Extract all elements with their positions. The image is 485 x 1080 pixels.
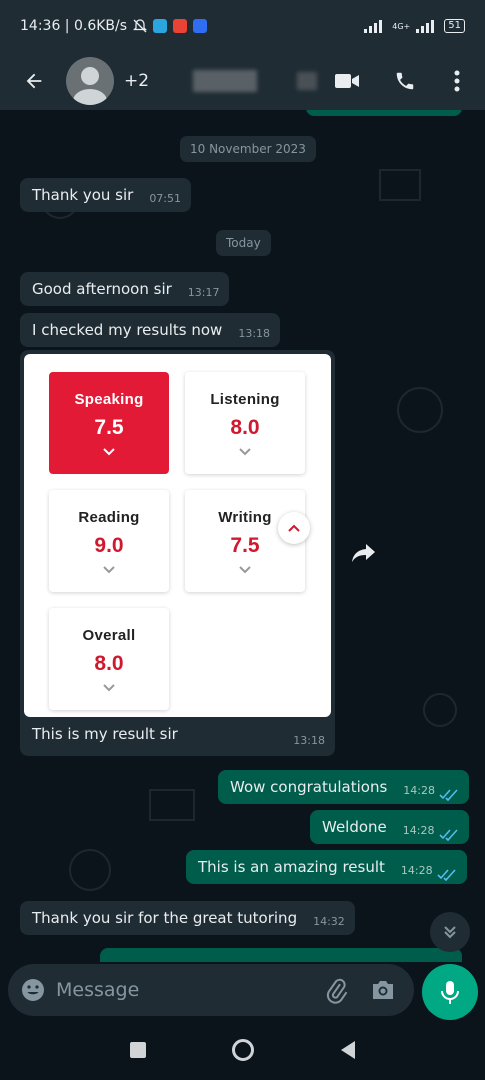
message-incoming[interactable]: Thank you sir 07:51 — [20, 178, 192, 212]
scroll-to-bottom-button[interactable] — [430, 912, 470, 952]
chevron-down-icon — [103, 683, 115, 691]
message-time: 14:28 — [403, 784, 435, 797]
forward-arrow-icon — [352, 544, 375, 562]
message-outgoing[interactable]: Wow congratulations 14:28 — [218, 770, 469, 804]
status-time: 14:36 | 0.6KB/s — [20, 18, 128, 34]
back-nav-icon[interactable] — [339, 1040, 357, 1060]
participants-more-count[interactable]: +2 — [124, 71, 149, 91]
microphone-icon — [441, 981, 459, 1004]
image-message[interactable]: Speaking 7.5 Listening 8.0 Reading 9.0 W… — [20, 350, 335, 756]
score-value: 8.0 — [94, 651, 124, 675]
score-label: Writing — [218, 508, 272, 526]
score-card-reading: Reading 9.0 — [49, 490, 169, 592]
message-input[interactable]: Message — [56, 979, 322, 1001]
date-separator: 10 November 2023 — [180, 136, 316, 162]
chat-header: +2 — [0, 52, 485, 110]
double-chevron-down-icon — [444, 926, 456, 939]
chat-area[interactable]: 10 November 2023 Thank you sir 07:51 Tod… — [0, 110, 485, 962]
image-caption-row: This is my result sir 13:18 — [24, 717, 331, 747]
message-incoming[interactable]: Thank you sir for the great tutoring 14:… — [20, 901, 355, 935]
person-icon — [73, 67, 107, 105]
score-label: Listening — [210, 390, 280, 408]
recent-apps-icon[interactable] — [129, 1041, 147, 1059]
message-time: 14:32 — [313, 915, 345, 928]
message-text: Thank you sir — [32, 186, 134, 204]
message-time: 14:28 — [402, 824, 435, 837]
message-text: Thank you sir for the great tutoring — [32, 909, 298, 927]
message-text: Good afternoon sir — [32, 280, 172, 298]
phone-icon — [396, 72, 414, 90]
kebab-menu-icon — [454, 70, 460, 92]
group-avatar[interactable] — [66, 57, 114, 105]
redacted-name-2 — [297, 72, 318, 90]
camera-icon[interactable] — [370, 978, 396, 1002]
score-card-overall: Overall 8.0 — [49, 608, 169, 710]
result-image[interactable]: Speaking 7.5 Listening 8.0 Reading 9.0 W… — [24, 354, 331, 717]
collapse-button — [278, 512, 310, 544]
message-incoming[interactable]: I checked my results now 13:18 — [20, 313, 281, 347]
message-outgoing[interactable]: This is an amazing result 14:28 — [186, 850, 467, 884]
voice-message-button[interactable] — [422, 964, 478, 1020]
chevron-down-icon — [239, 565, 251, 573]
video-camera-icon — [335, 74, 359, 88]
score-value: 9.0 — [94, 533, 124, 557]
redacted-name — [193, 70, 258, 92]
network-type: 4G+ — [392, 21, 411, 31]
more-options-button[interactable] — [439, 63, 475, 99]
message-time: 13:18 — [293, 734, 325, 747]
score-value: 7.5 — [94, 415, 124, 439]
date-separator: Today — [216, 230, 271, 256]
message-text: Weldone — [322, 818, 387, 836]
score-label: Speaking — [74, 390, 144, 408]
home-icon[interactable] — [231, 1038, 255, 1062]
read-ticks-icon — [438, 829, 458, 841]
previous-outgoing-bubble — [306, 110, 462, 116]
score-label: Reading — [78, 508, 140, 526]
battery-icon: 51 — [444, 19, 465, 33]
score-label: Overall — [82, 626, 136, 644]
gmail-icon — [173, 19, 188, 33]
message-incoming[interactable]: Good afternoon sir 13:17 — [20, 272, 230, 306]
read-ticks-icon — [437, 869, 456, 881]
next-outgoing-bubble — [100, 948, 462, 962]
chevron-up-icon — [288, 524, 300, 532]
score-value: 8.0 — [230, 415, 260, 439]
message-outgoing[interactable]: Weldone 14:28 — [310, 810, 469, 844]
arrow-left-icon — [26, 73, 42, 89]
message-time: 14:28 — [400, 864, 433, 877]
forward-button[interactable] — [348, 536, 380, 568]
message-time: 07:51 — [149, 192, 182, 205]
telegram-icon — [153, 19, 168, 33]
message-time: 13:17 — [187, 286, 220, 299]
signal-icon — [364, 20, 383, 33]
composer-bar: Message — [0, 962, 485, 1020]
score-card-listening: Listening 8.0 — [185, 372, 305, 474]
chevron-down-icon — [103, 565, 115, 573]
message-text: I checked my results now — [32, 321, 223, 339]
read-ticks-icon — [439, 789, 458, 801]
attachment-icon[interactable] — [322, 976, 350, 1004]
phone-app-icon — [193, 19, 208, 33]
message-text: This is an amazing result — [198, 858, 385, 876]
chevron-down-icon — [103, 447, 115, 455]
system-navigation-bar — [0, 1020, 485, 1080]
status-bar: 14:36 | 0.6KB/s 4G+ 51 — [0, 0, 485, 52]
message-input-container[interactable]: Message — [8, 964, 414, 1016]
video-call-button[interactable] — [329, 63, 365, 99]
message-text: Wow congratulations — [230, 778, 388, 796]
chevron-down-icon — [239, 447, 251, 455]
voice-call-button[interactable] — [387, 63, 423, 99]
score-card-speaking: Speaking 7.5 — [49, 372, 169, 474]
message-time: 13:18 — [238, 327, 271, 340]
image-caption: This is my result sir — [32, 725, 178, 743]
score-value: 7.5 — [230, 533, 260, 557]
signal-icon-2 — [416, 20, 435, 33]
emoji-icon[interactable] — [20, 977, 46, 1003]
muted-bell-icon — [133, 19, 148, 33]
back-button[interactable] — [16, 63, 52, 99]
